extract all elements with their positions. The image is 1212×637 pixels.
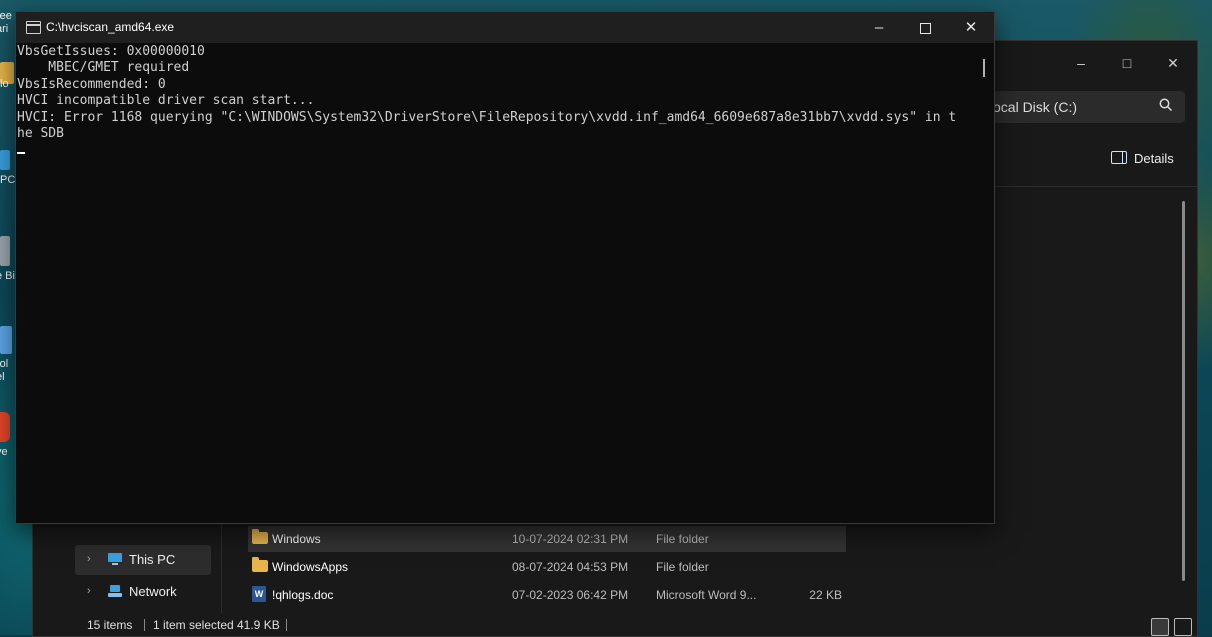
- file-type: Microsoft Word 9...: [656, 588, 757, 602]
- details-pane-icon: [1111, 151, 1127, 164]
- console-output[interactable]: VbsGetIssues: 0x00000010 MBEC/GMET requi…: [16, 43, 977, 524]
- close-icon[interactable]: ✕: [1165, 55, 1181, 71]
- chevron-right-icon[interactable]: ›: [87, 585, 91, 597]
- minimize-icon[interactable]: –: [1073, 55, 1089, 71]
- desktop-icon-brave[interactable]: ve: [0, 412, 16, 459]
- minimize-icon: –: [874, 19, 884, 36]
- desktop-icon-label: lo: [0, 78, 9, 90]
- desktop-icon-label: e Bi: [0, 270, 15, 282]
- file-row-qhlogs[interactable]: W !qhlogs.doc 07-02-2023 06:42 PM Micros…: [248, 582, 846, 608]
- desktop-icon-label: ree ari: [0, 10, 12, 35]
- item-count: 15 items: [87, 618, 133, 632]
- folder-icon: [252, 529, 268, 544]
- pane-divider: [221, 521, 222, 613]
- console-line: he SDB: [17, 126, 64, 142]
- status-separator: [144, 619, 145, 631]
- details-label: Details: [1134, 151, 1174, 166]
- nav-item-this-pc[interactable]: › This PC: [75, 545, 211, 575]
- minimize-button[interactable]: –: [856, 12, 902, 43]
- desktop-icon-folder[interactable]: lo: [0, 62, 16, 90]
- file-name: Windows: [272, 532, 321, 546]
- maximize-icon: [919, 22, 931, 34]
- close-icon: ✕: [964, 19, 978, 36]
- address-text: ocal Disk (C:): [993, 99, 1078, 115]
- file-name: WindowsApps: [272, 560, 349, 574]
- console-titlebar[interactable]: C:\hvciscan_amd64.exe – ✕: [16, 12, 994, 43]
- scrollbar[interactable]: [1182, 201, 1185, 581]
- this-pc-icon: [0, 150, 10, 170]
- brave-icon: [0, 412, 10, 442]
- nav-label: This PC: [129, 552, 176, 567]
- file-date: 07-02-2023 06:42 PM: [512, 588, 629, 602]
- console-line: VbsIsRecommended: 0: [17, 76, 166, 92]
- console-line: VbsGetIssues: 0x00000010: [17, 44, 205, 59]
- chevron-right-icon[interactable]: ›: [87, 553, 91, 565]
- console-line: MBEC/GMET required: [17, 60, 190, 76]
- desktop-icon-label: rol el: [0, 358, 9, 383]
- file-size: 22 KB: [809, 588, 842, 602]
- console-window[interactable]: C:\hvciscan_amd64.exe – ✕ VbsGetIssues: …: [15, 11, 995, 524]
- desktop-icon-label: ve: [0, 446, 8, 458]
- maximize-icon[interactable]: □: [1119, 55, 1135, 71]
- file-type: File folder: [656, 532, 709, 546]
- console-scrollbar[interactable]: [983, 59, 985, 77]
- maximize-button[interactable]: [902, 12, 948, 43]
- file-type: File folder: [656, 560, 709, 574]
- text-cursor: [17, 152, 25, 155]
- desktop-icon-label: PC: [0, 174, 16, 186]
- console-app-icon: [26, 21, 41, 34]
- window-title: C:\hvciscan_amd64.exe: [46, 20, 175, 34]
- address-bar[interactable]: ocal Disk (C:): [963, 91, 1185, 123]
- close-button[interactable]: ✕: [948, 12, 994, 43]
- word-doc-icon: W: [252, 586, 266, 602]
- this-pc-icon: [108, 553, 122, 565]
- network-icon: [108, 585, 122, 597]
- explorer-titlebar[interactable]: – □ ✕: [993, 51, 1193, 73]
- file-date: 08-07-2024 04:53 PM: [512, 560, 629, 574]
- nav-item-network[interactable]: › Network: [75, 577, 211, 607]
- status-bar: 15 items 1 item selected 41.9 KB: [33, 613, 1197, 636]
- desktop-icon-app[interactable]: ree ari: [0, 10, 16, 36]
- console-line: HVCI incompatible driver scan start...: [17, 93, 315, 109]
- control-panel-icon: [0, 326, 12, 354]
- details-button[interactable]: Details: [1111, 151, 1174, 173]
- details-view-icon[interactable]: [1151, 618, 1169, 636]
- selection-count: 1 item selected: [153, 618, 234, 632]
- folder-icon: [252, 557, 268, 572]
- desktop-icon-control-panel[interactable]: rol el: [0, 326, 16, 384]
- desktop-icon-recycle-bin[interactable]: e Bi: [0, 236, 16, 283]
- nav-label: Network: [129, 584, 177, 599]
- file-row-windows[interactable]: Windows 10-07-2024 02:31 PM File folder: [248, 526, 846, 552]
- file-name: !qhlogs.doc: [272, 588, 334, 602]
- file-row-windowsapps[interactable]: WindowsApps 08-07-2024 04:53 PM File fol…: [248, 554, 846, 580]
- search-icon[interactable]: [1159, 98, 1173, 112]
- selection-size: 41.9 KB: [237, 618, 280, 632]
- large-icons-view-icon[interactable]: [1174, 618, 1192, 636]
- desktop-icon-this-pc[interactable]: PC: [0, 150, 16, 187]
- recycle-bin-icon: [0, 236, 10, 266]
- file-date: 10-07-2024 02:31 PM: [512, 532, 629, 546]
- status-separator: [286, 619, 287, 631]
- console-line: HVCI: Error 1168 querying "C:\WINDOWS\Sy…: [17, 109, 957, 125]
